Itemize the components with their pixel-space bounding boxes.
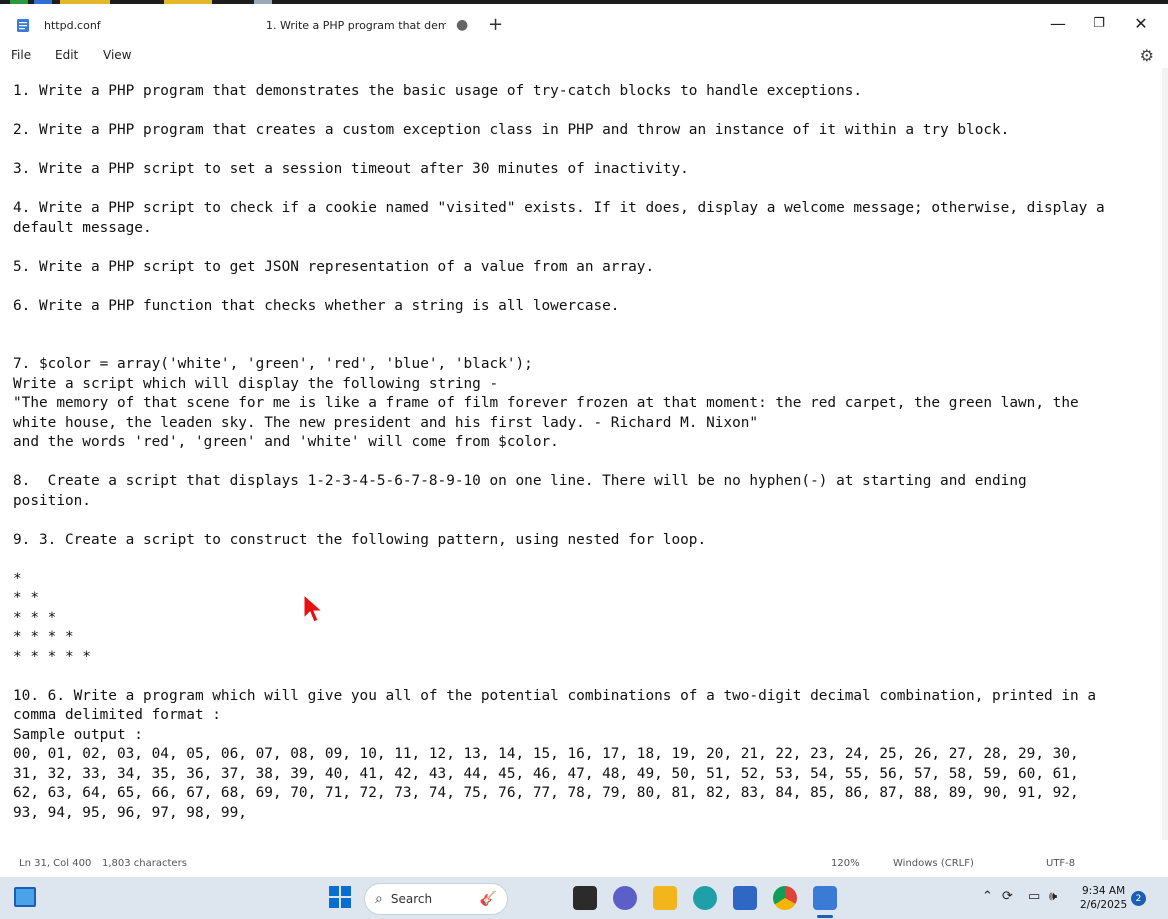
minimize-button[interactable]: —	[1038, 8, 1078, 38]
taskbar: ⌕ Search 🎸 ⌃ ⟳ ▭ 🕪 9:34 AM 2/6/2025 2	[0, 877, 1168, 919]
text-line: 3. Write a PHP script to set a session t…	[13, 161, 689, 177]
encoding[interactable]: UTF-8	[1046, 858, 1075, 869]
text-line	[13, 316, 1163, 336]
text-line: 10. 6. Write a program which will give y…	[13, 687, 1096, 704]
sync-icon[interactable]: ⟳	[1002, 889, 1013, 904]
cursor-position: Ln 31, Col 400	[19, 858, 92, 869]
text-line: 9. 3. Create a script to construct the f…	[13, 531, 707, 548]
text-line	[13, 141, 1163, 161]
clock[interactable]: 9:34 AM 2/6/2025	[1080, 884, 1127, 912]
text-line: * *	[13, 590, 39, 606]
task-view-icon[interactable]	[573, 886, 597, 910]
taskbar-search[interactable]: ⌕ Search 🎸	[364, 883, 508, 915]
text-line	[13, 511, 1163, 531]
text-line	[13, 453, 1163, 473]
maximize-button[interactable]: ❐	[1079, 8, 1119, 38]
text-line: * * *	[13, 609, 57, 626]
volume-icon[interactable]: 🕪	[1049, 889, 1057, 904]
text-line: 5. Write a PHP script to get JSON repres…	[13, 258, 655, 275]
time: 9:34 AM	[1082, 885, 1126, 897]
text-line: white house, the leaden sky. The new pre…	[13, 414, 759, 431]
chrome-icon[interactable]	[773, 886, 797, 910]
text-line	[13, 336, 1163, 356]
active-app-indicator	[817, 915, 833, 918]
text-line: comma delimited format :	[13, 707, 221, 723]
text-line: "The memory of that scene for me is like…	[13, 395, 1079, 411]
text-line: 7. $color = array('white', 'green', 'red…	[13, 356, 533, 372]
text-line: default message.	[13, 219, 152, 236]
file-explorer-icon[interactable]	[653, 886, 677, 910]
text-line	[13, 667, 1163, 687]
text-line: 4. Write a PHP script to check if a cook…	[13, 200, 1105, 216]
character-count: 1,803 characters	[102, 858, 187, 869]
widgets-icon[interactable]	[14, 887, 36, 907]
tab-label: 1. Write a PHP program that demor	[266, 18, 446, 32]
text-line: 00, 01, 02, 03, 04, 05, 06, 07, 08, 09, …	[13, 746, 1079, 762]
network-icon[interactable]: ▭	[1028, 889, 1040, 904]
close-button[interactable]: ✕	[1121, 8, 1161, 38]
gear-icon[interactable]: ⚙	[1140, 46, 1154, 65]
teams-icon[interactable]	[613, 886, 637, 910]
text-line: 2. Write a PHP program that creates a cu…	[13, 122, 1010, 138]
search-icon: ⌕	[375, 891, 383, 907]
text-line: position.	[13, 492, 91, 509]
notification-badge[interactable]: 2	[1131, 891, 1146, 906]
text-line: 6. Write a PHP function that checks whet…	[13, 297, 620, 314]
text-line	[13, 102, 1163, 122]
text-line: * * * * *	[13, 648, 91, 665]
text-line	[13, 277, 1163, 297]
notepad-taskbar-icon[interactable]	[813, 886, 837, 910]
text-line: * * * *	[13, 629, 74, 645]
text-line: *	[13, 570, 22, 587]
text-line	[13, 180, 1163, 200]
text-line	[13, 238, 1163, 258]
menu-view[interactable]: View	[103, 48, 131, 62]
menu-edit[interactable]: Edit	[55, 48, 78, 62]
tab-active-document[interactable]: 1. Write a PHP program that demor ●	[248, 8, 476, 42]
tab-httpd-conf[interactable]: httpd.conf	[6, 8, 246, 42]
title-bar: httpd.conf 1. Write a PHP program that d…	[0, 0, 1168, 44]
line-ending[interactable]: Windows (CRLF)	[893, 858, 974, 869]
zoom-level[interactable]: 120%	[831, 858, 860, 869]
menu-bar: File Edit View ⚙	[0, 44, 1168, 68]
edge-icon[interactable]	[693, 886, 717, 910]
start-windows-icon[interactable]	[329, 886, 351, 908]
text-line: 93, 94, 95, 96, 97, 98, 99,	[13, 804, 247, 821]
search-label: Search	[390, 892, 433, 906]
status-bar: Ln 31, Col 400 1,803 characters 120% Win…	[0, 855, 1168, 875]
text-editor[interactable]: 1. Write a PHP program that demonstrates…	[13, 82, 1163, 848]
text-line: 1. Write a PHP program that demonstrates…	[13, 83, 863, 99]
guitar-icon: 🎸	[479, 891, 497, 907]
notepad-icon	[17, 19, 29, 32]
top-strip	[0, 0, 1168, 4]
store-icon[interactable]	[733, 886, 757, 910]
text-line: 31, 32, 33, 34, 35, 36, 37, 38, 39, 40, …	[13, 765, 1079, 782]
tab-label: httpd.conf	[44, 18, 101, 32]
text-line: 8. Create a script that displays 1-2-3-4…	[13, 473, 1027, 489]
new-tab-button[interactable]: +	[488, 14, 503, 35]
unsaved-dot-icon[interactable]: ●	[456, 17, 468, 33]
text-line: Write a script which will display the fo…	[13, 375, 499, 392]
text-line	[13, 550, 1163, 570]
text-line: and the words 'red', 'green' and 'white'…	[13, 434, 559, 450]
mouse-cursor-icon	[303, 594, 323, 623]
text-line: 62, 63, 64, 65, 66, 67, 68, 69, 70, 71, …	[13, 785, 1079, 801]
date: 2/6/2025	[1080, 899, 1128, 911]
text-line: Sample output :	[13, 726, 143, 743]
chevron-up-icon[interactable]: ⌃	[982, 889, 993, 904]
menu-file[interactable]: File	[11, 48, 31, 62]
vertical-scrollbar[interactable]	[1162, 68, 1168, 840]
